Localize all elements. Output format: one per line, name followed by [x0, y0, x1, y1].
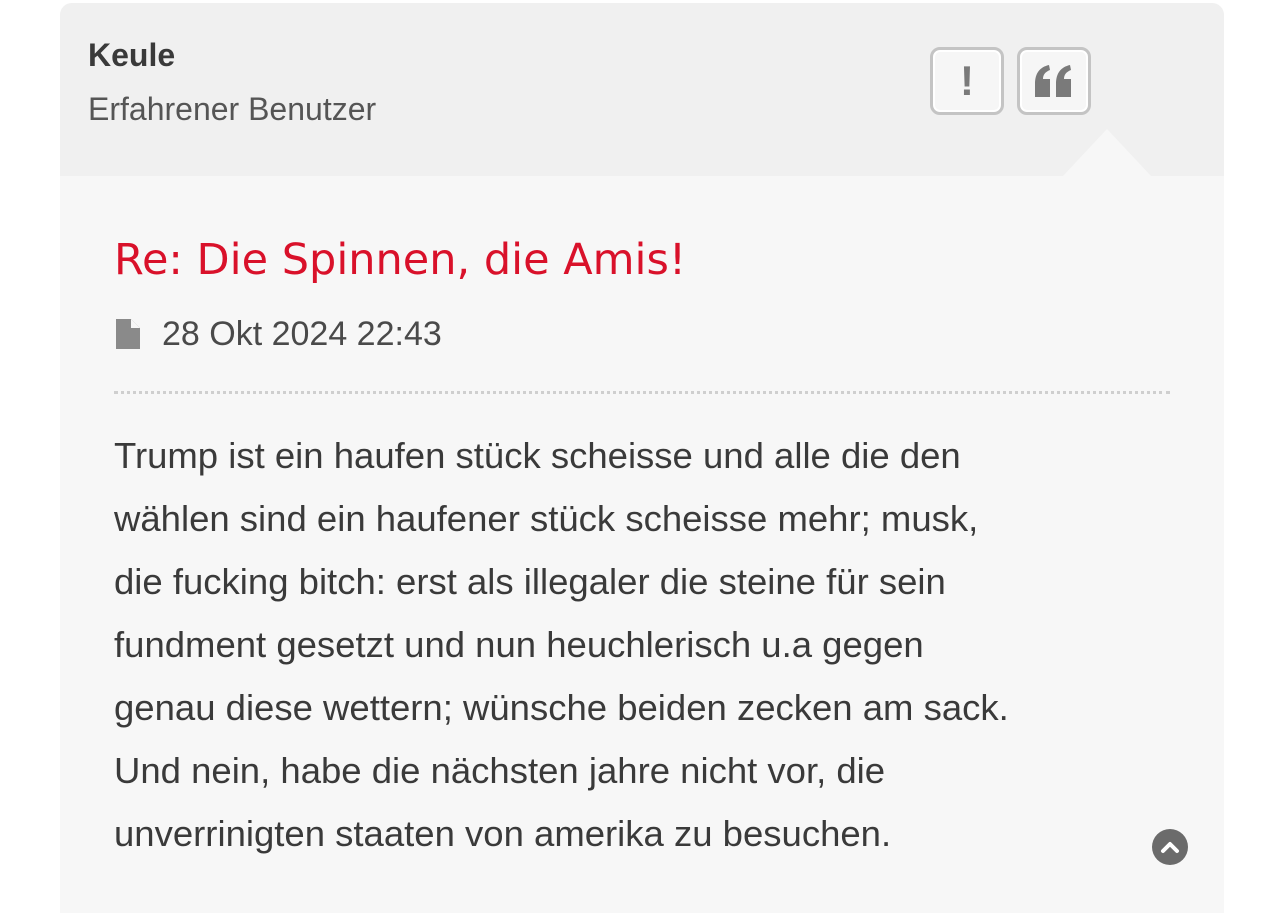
exclamation-icon: ! — [960, 57, 974, 104]
divider — [114, 391, 1170, 394]
chevron-up-icon — [1161, 842, 1179, 853]
post-body-line: die fucking bitch: erst als illegaler di… — [114, 561, 946, 602]
post-body-line: wählen sind ein haufener stück scheisse … — [114, 498, 979, 539]
author-rank: Erfahrener Benutzer — [88, 91, 377, 127]
post-body-line: Trump ist ein haufen stück scheisse und … — [114, 435, 961, 476]
post-date: 28 Okt 2024 22:43 — [162, 314, 442, 353]
back-to-top-button[interactable] — [1152, 829, 1188, 865]
post-body-line: unverrinigten staaten von amerika zu bes… — [114, 813, 892, 854]
file-icon — [116, 319, 140, 349]
post-meta: 28 Okt 2024 22:43 — [114, 312, 442, 356]
forum-post: Keule Erfahrener Benutzer ! Re: Die Spin… — [60, 3, 1224, 913]
quote-button[interactable] — [1017, 47, 1091, 115]
author-name[interactable]: Keule — [88, 37, 175, 74]
quote-icon — [1033, 64, 1075, 98]
report-button[interactable]: ! — [930, 47, 1004, 115]
header-notch — [1063, 129, 1151, 176]
post-body-line: Und nein, habe die nächsten jahre nicht … — [114, 750, 886, 791]
post-body-line: fundment gesetzt und nun heuchlerisch u.… — [114, 624, 924, 665]
post-header: Keule Erfahrener Benutzer ! — [60, 3, 1224, 176]
post-body: Trump ist ein haufen stück scheisse und … — [114, 424, 1174, 865]
post-title[interactable]: Re: Die Spinnen, die Amis! — [114, 235, 686, 285]
post-body-line: genau diese wettern; wünsche beiden zeck… — [114, 687, 1009, 728]
